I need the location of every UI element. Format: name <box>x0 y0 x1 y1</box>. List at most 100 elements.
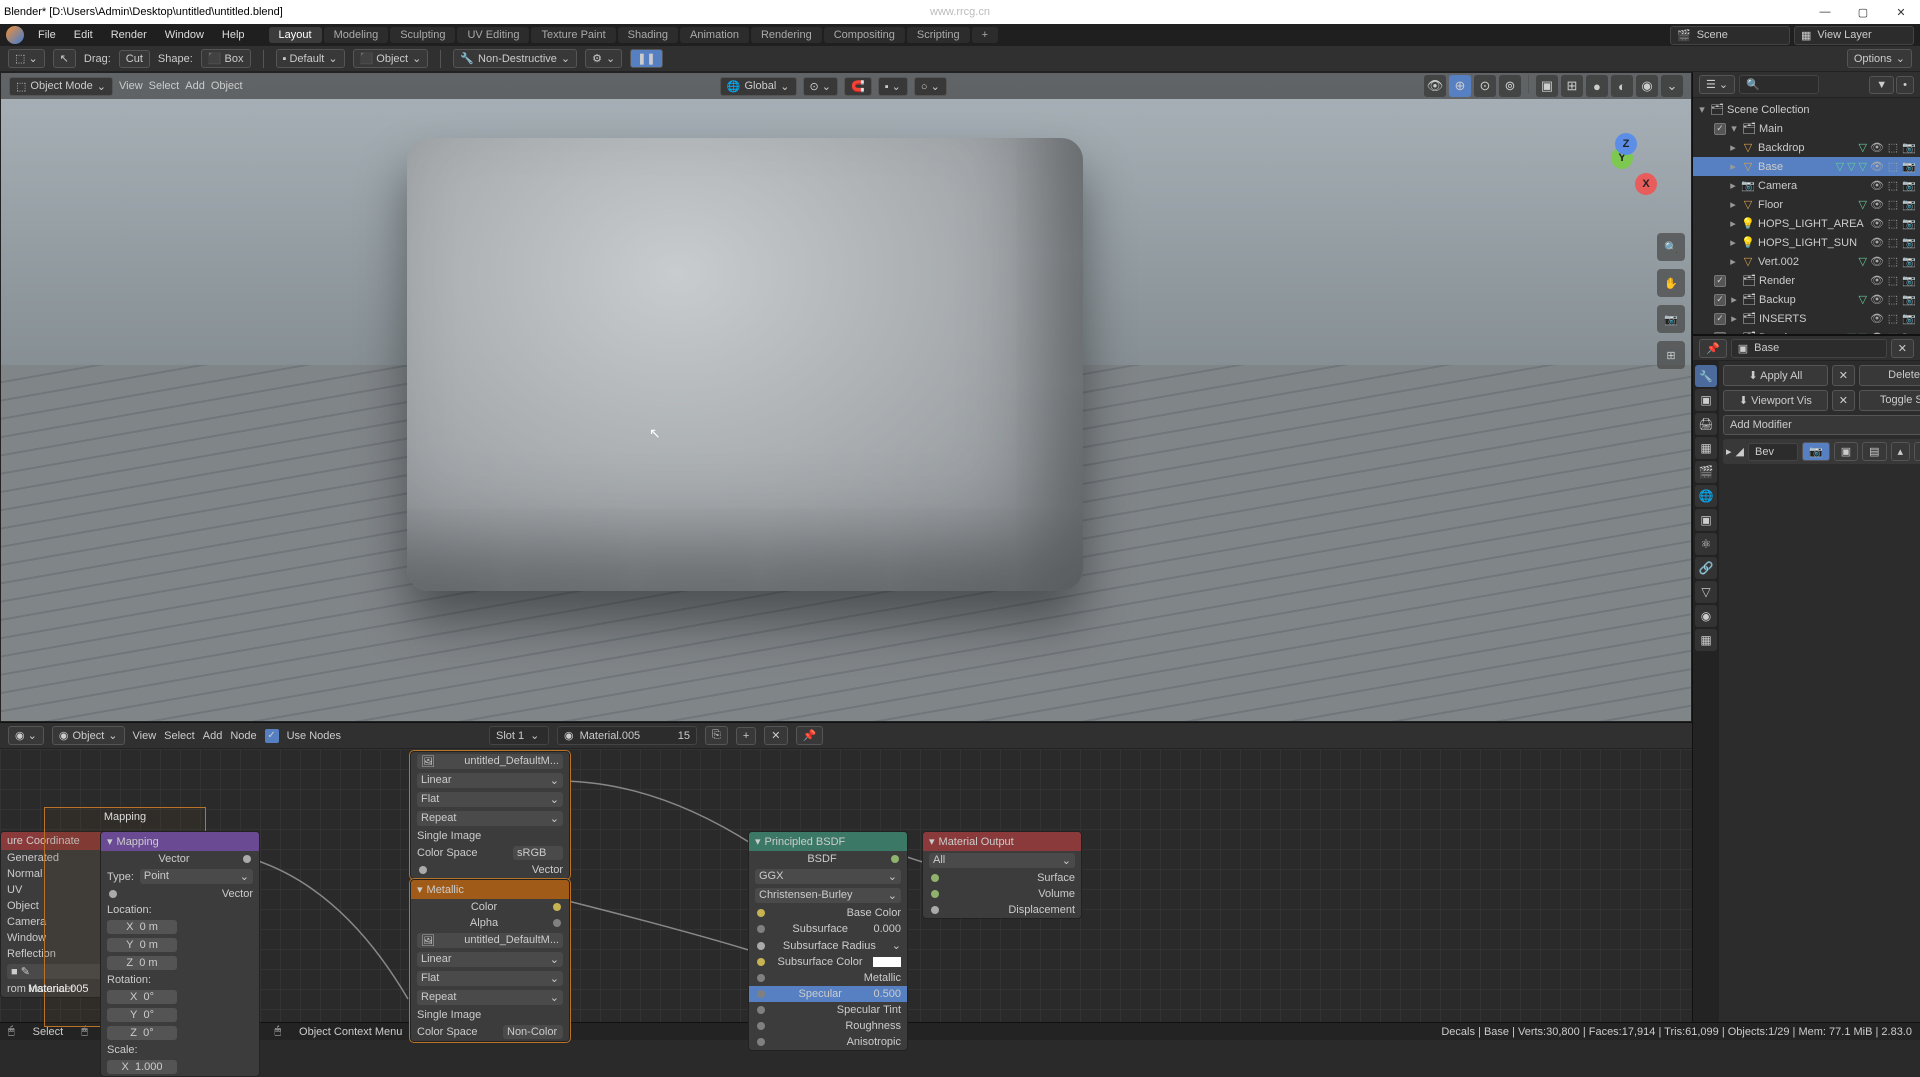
outliner-item[interactable]: ✓▸🗂Backup▽👁⬚📷 <box>1693 290 1920 309</box>
visibility-icon[interactable]: 📷 <box>1902 160 1916 173</box>
minimize-button[interactable]: — <box>1810 6 1840 19</box>
collection-checkbox[interactable]: ✓ <box>1714 313 1726 325</box>
ne-editor-type[interactable]: ◉ ⌄ <box>8 726 44 745</box>
visibility-icon[interactable]: 📷 <box>1902 217 1916 230</box>
tab-texture[interactable]: ▦ <box>1695 629 1717 651</box>
tab-object[interactable]: ▣ <box>1695 509 1717 531</box>
collection-checkbox[interactable]: ✓ <box>1714 332 1726 335</box>
props-toggle[interactable]: ✕ <box>1891 339 1914 358</box>
3d-viewport[interactable]: ↖ ⬚Object Mode⌄ View Select Add Object 🌐… <box>0 72 1692 722</box>
xray-toggle[interactable]: ▣ <box>1536 75 1558 97</box>
visibility-icon[interactable]: ⬚ <box>1886 217 1900 230</box>
outliner-item[interactable]: ✓🗂Render👁⬚📷 <box>1693 271 1920 290</box>
mod-render-toggle[interactable]: 📷 <box>1802 442 1830 461</box>
vp-menu-select[interactable]: Select <box>149 80 180 92</box>
outliner-item[interactable]: ▸▽Base▽▽▽👁⬚📷 <box>1693 157 1920 176</box>
visibility-icon[interactable]: 📷 <box>1902 141 1916 154</box>
collection-checkbox[interactable]: ✓ <box>1714 294 1726 306</box>
outliner-item[interactable]: ✓▾🗂Main <box>1693 119 1920 138</box>
outliner-item[interactable]: ✓▸🗂Decals▽▽👁⬚📷 <box>1693 328 1920 334</box>
visibility-icon[interactable]: 👁 <box>1870 236 1884 249</box>
outliner-restrict[interactable]: • <box>1896 76 1914 94</box>
object-pivot[interactable]: ⬛ Object⌄ <box>353 49 429 68</box>
visibility-icon[interactable]: 📷 <box>1902 255 1916 268</box>
visibility-icon[interactable]: ⬚ <box>1886 160 1900 173</box>
gizmo-visibility[interactable]: 👁 <box>1424 75 1446 97</box>
ne-menu-add[interactable]: Add <box>203 730 223 742</box>
menu-edit[interactable]: Edit <box>66 29 101 41</box>
collection-checkbox[interactable]: ✓ <box>1714 275 1726 287</box>
nav-gizmo[interactable]: X Y Z <box>1581 133 1661 213</box>
visibility-icon[interactable]: 📷 <box>1902 198 1916 211</box>
disclosure-icon[interactable]: ▸ <box>1728 198 1738 211</box>
visibility-icon[interactable]: 👁 <box>1870 160 1884 173</box>
tab-texturepaint[interactable]: Texture Paint <box>531 27 615 43</box>
material-pin[interactable]: 📌 <box>796 726 824 745</box>
visibility-icon[interactable]: 👁 <box>1870 141 1884 154</box>
pause-button[interactable]: ❚❚ <box>630 49 662 68</box>
tab-layout[interactable]: Layout <box>269 27 322 43</box>
disclosure-icon[interactable]: ▸ <box>1728 141 1738 154</box>
snap-options[interactable]: ▪ ⌄ <box>878 77 908 96</box>
ne-shader-type[interactable]: ◉Object⌄ <box>52 726 125 745</box>
overlay-options[interactable]: ⊚ <box>1499 75 1521 97</box>
disclosure-icon[interactable]: ▸ <box>1729 331 1739 334</box>
tab-shading[interactable]: Shading <box>618 27 678 43</box>
disclosure-icon[interactable]: ▸ <box>1728 255 1738 268</box>
view-layer-selector[interactable]: ▦View Layer <box>1794 26 1914 45</box>
tab-add[interactable]: + <box>972 27 998 43</box>
disclosure-icon[interactable]: ▸ <box>1728 160 1738 173</box>
tab-animation[interactable]: Animation <box>680 27 749 43</box>
ne-menu-select[interactable]: Select <box>164 730 195 742</box>
node-image-texture-metallic[interactable]: ▾Metallic Color Alpha 🖼untitled_DefaultM… <box>410 879 570 1042</box>
pan-icon[interactable]: ✋ <box>1657 269 1685 297</box>
ne-menu-view[interactable]: View <box>133 730 157 742</box>
proportional-edit[interactable]: ○ ⌄ <box>914 77 947 96</box>
node-image-texture-1[interactable]: 🖼untitled_DefaultM... Linear⌄ Flat⌄ Repe… <box>410 751 570 879</box>
node-material-output[interactable]: ▾Material Output All⌄ Surface Volume Dis… <box>922 831 1082 919</box>
material-unlink[interactable]: ✕ <box>764 726 787 745</box>
tab-scene[interactable]: 🎬 <box>1695 461 1717 483</box>
visibility-icon[interactable]: 👁 <box>1870 331 1884 334</box>
workflow-default[interactable]: ▪ Default⌄ <box>276 49 345 68</box>
tab-rendering[interactable]: Rendering <box>751 27 822 43</box>
shading-options[interactable]: ⌄ <box>1661 75 1683 97</box>
visibility-icon[interactable]: 📷 <box>1902 312 1916 325</box>
outliner-item[interactable]: ▸📷Camera👁⬚📷 <box>1693 176 1920 195</box>
mod-viewport-toggle[interactable]: ▣ <box>1834 442 1858 461</box>
apply-all-button[interactable]: ⬇ Apply All <box>1723 365 1828 386</box>
maximize-button[interactable]: ▢ <box>1848 6 1878 19</box>
delete-all-button[interactable]: Delete All <box>1859 365 1920 386</box>
pivot-point[interactable]: ⊙ ⌄ <box>803 77 839 96</box>
shape-box[interactable]: ⬛ Box <box>201 49 251 68</box>
add-modifier-button[interactable]: Add Modifier <box>1723 415 1920 435</box>
tab-physics[interactable]: ⚛ <box>1695 533 1717 555</box>
cursor-tool-button[interactable]: ↖ <box>53 49 76 68</box>
tab-output[interactable]: 🖨 <box>1695 413 1717 435</box>
shading-matprev[interactable]: ◐ <box>1611 75 1633 97</box>
perspective-icon[interactable]: ⊞ <box>1657 341 1685 369</box>
visibility-icon[interactable]: 📷 <box>1902 179 1916 192</box>
tab-sculpting[interactable]: Sculpting <box>390 27 455 43</box>
mod-edit-toggle[interactable]: ▤ <box>1862 442 1886 461</box>
visibility-icon[interactable]: 👁 <box>1870 274 1884 287</box>
color-swatch[interactable] <box>873 957 901 967</box>
mode-selector[interactable]: ⬚Object Mode⌄ <box>9 77 113 96</box>
menu-help[interactable]: Help <box>214 29 253 41</box>
outliner-item[interactable]: ▸💡HOPS_LIGHT_AREA👁⬚📷 <box>1693 214 1920 233</box>
outliner-item[interactable]: ▸▽Backdrop▽👁⬚📷 <box>1693 138 1920 157</box>
workflow-nondestructive[interactable]: 🔧Non-Destructive⌄ <box>453 49 577 68</box>
close-button[interactable]: ✕ <box>1886 6 1916 19</box>
overlay-toggle[interactable]: ⊙ <box>1474 75 1496 97</box>
ne-menu-node[interactable]: Node <box>230 730 256 742</box>
visibility-icon[interactable]: 📷 <box>1902 274 1916 287</box>
outliner-search[interactable]: 🔍 <box>1739 75 1819 94</box>
viewport-vis-button[interactable]: ⬇ Viewport Vis <box>1723 390 1828 411</box>
visibility-icon[interactable]: ⬚ <box>1886 255 1900 268</box>
disclosure-icon[interactable]: ▸ <box>1728 236 1738 249</box>
tab-uvediting[interactable]: UV Editing <box>457 27 529 43</box>
disclosure-icon[interactable]: ▾ <box>1729 122 1739 135</box>
drag-cut[interactable]: Cut <box>119 50 150 68</box>
node-mapping[interactable]: ▾Mapping Vector Type:Point⌄ Vector Locat… <box>100 831 260 1077</box>
outliner-type[interactable]: ☰ ⌄ <box>1699 75 1735 94</box>
